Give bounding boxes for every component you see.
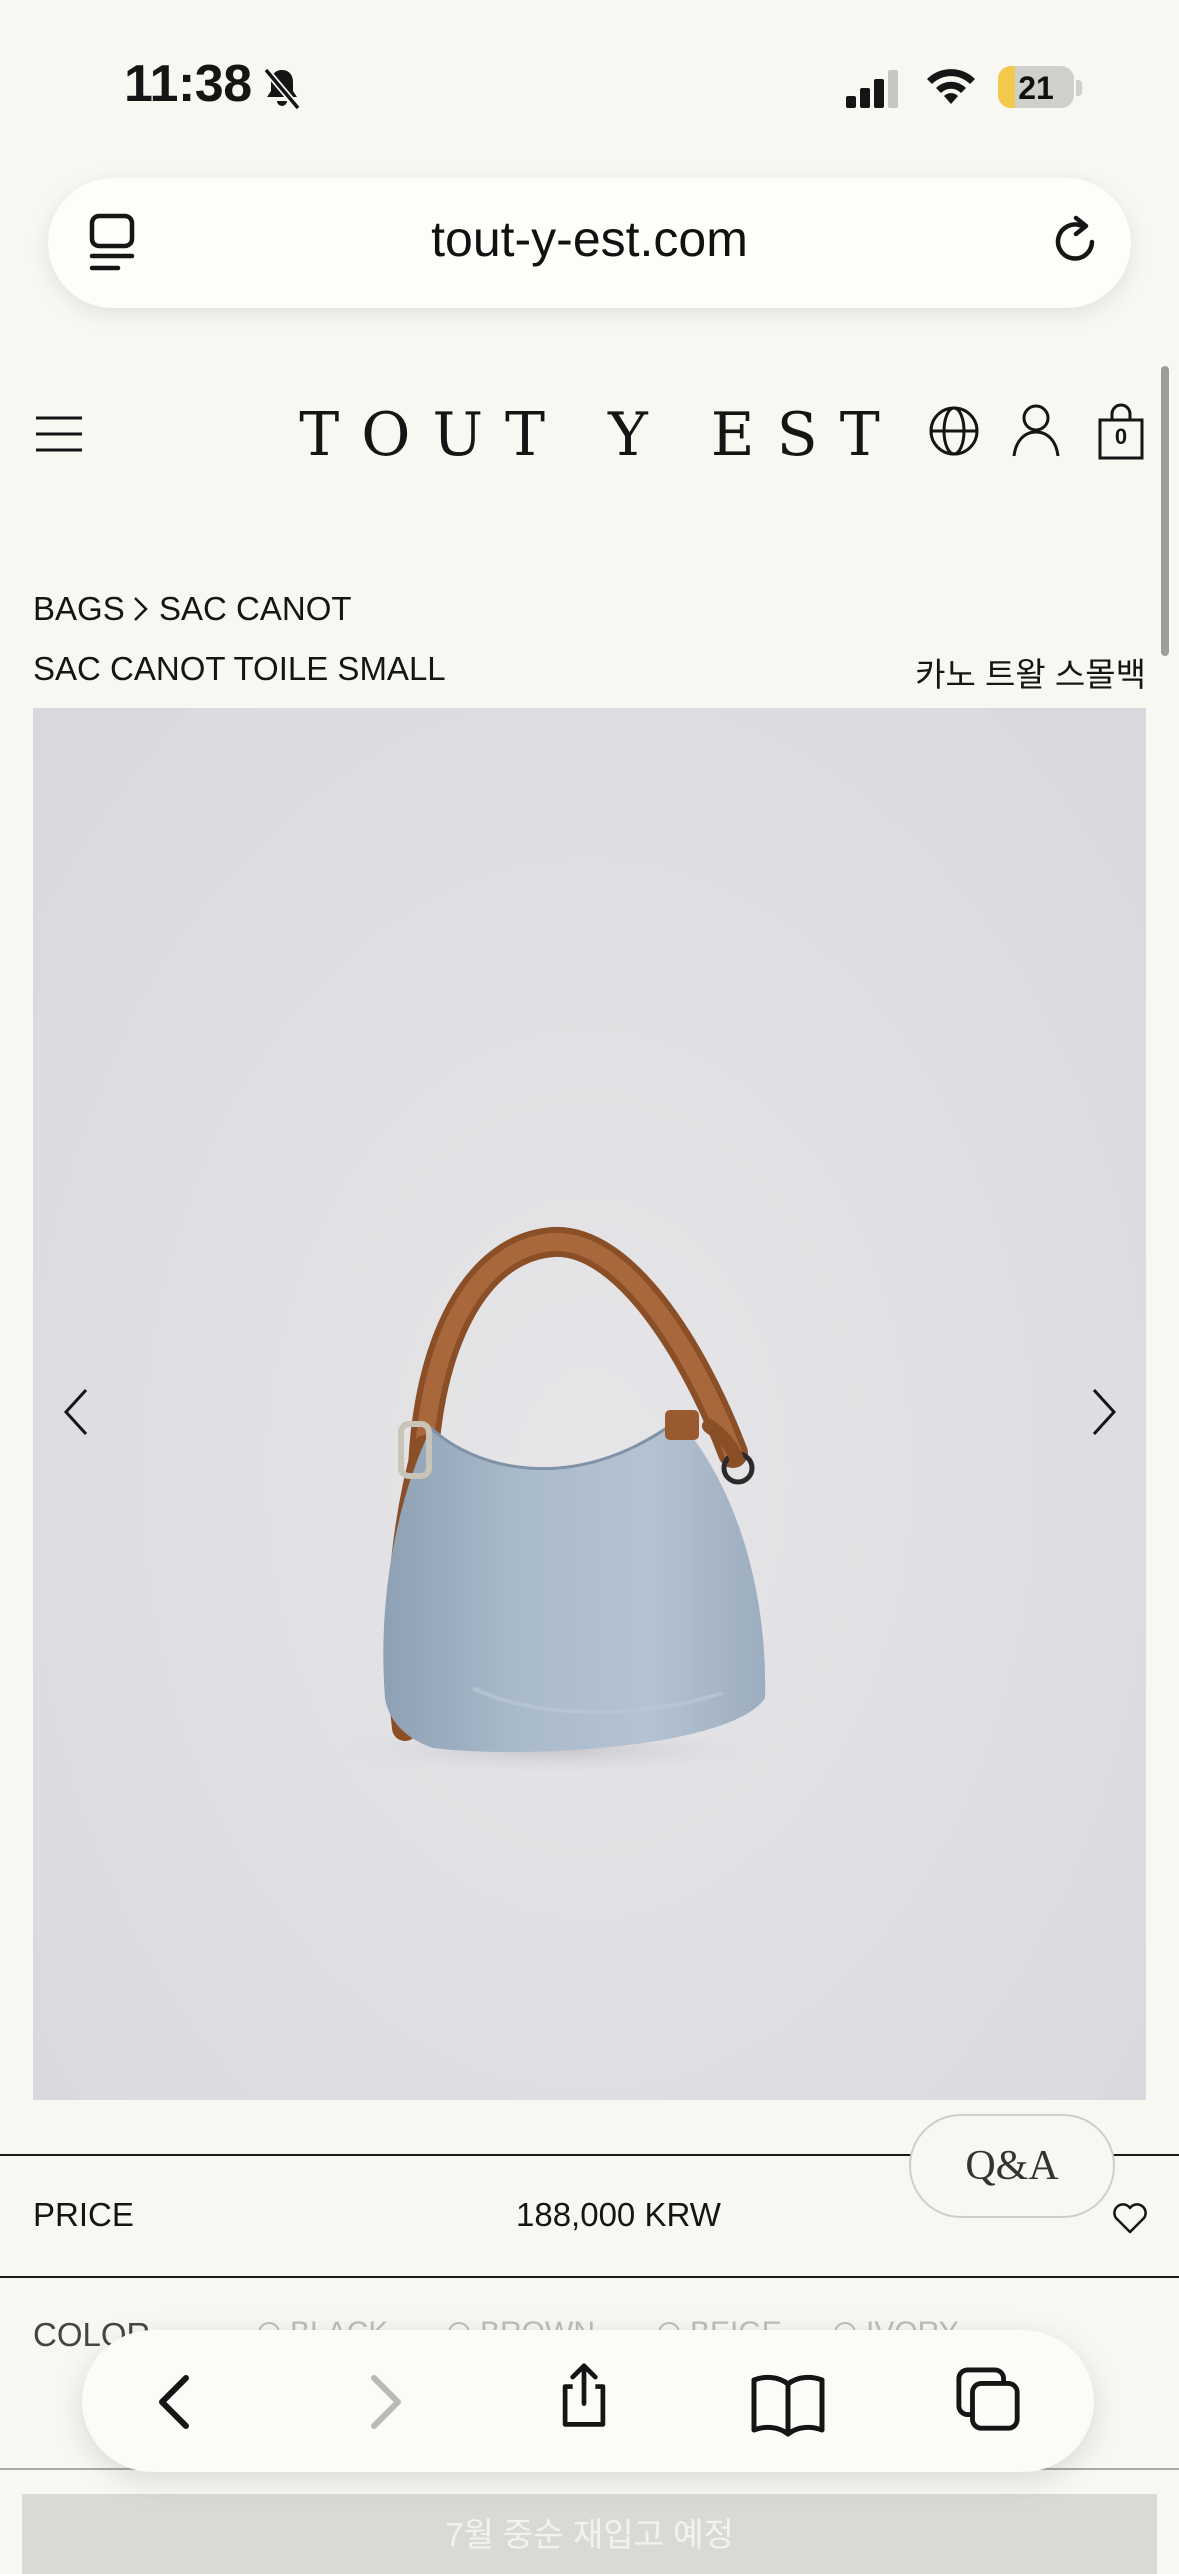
battery-cap <box>1076 80 1082 96</box>
qa-button[interactable]: Q&A <box>909 2114 1115 2218</box>
breadcrumb-bags[interactable]: BAGS <box>33 590 125 628</box>
previous-image-arrow-icon[interactable] <box>60 1386 94 1438</box>
forward-icon[interactable] <box>352 2368 416 2436</box>
product-name: SAC CANOT TOILE SMALL <box>33 650 446 687</box>
battery-icon: 21 <box>998 66 1074 108</box>
next-image-arrow-icon[interactable] <box>1086 1386 1120 1438</box>
url-text[interactable]: tout-y-est.com <box>0 210 1179 268</box>
status-time: 11:38 <box>124 55 252 113</box>
reload-icon[interactable] <box>1048 214 1104 270</box>
battery-level: 21 <box>1018 70 1054 106</box>
product-image[interactable] <box>33 708 1146 2100</box>
share-icon[interactable] <box>552 2362 616 2430</box>
breadcrumb-sac-canot[interactable]: SAC CANOT <box>159 590 352 628</box>
wifi-icon <box>927 69 975 104</box>
chevron-right-icon <box>134 597 148 621</box>
back-icon[interactable] <box>144 2368 208 2436</box>
bookmarks-icon[interactable] <box>750 2370 826 2438</box>
heart-icon[interactable] <box>1112 2200 1148 2236</box>
user-icon[interactable] <box>1010 402 1062 458</box>
bag-illustration <box>343 1226 766 1774</box>
price-value: 188,000 KRW <box>516 2196 721 2233</box>
cart-count: 0 <box>1114 424 1128 449</box>
divider-bottom <box>0 2276 1179 2278</box>
cellular-signal-icon <box>846 70 898 108</box>
price-label: PRICE <box>33 2196 134 2233</box>
site-logo[interactable]: TOUT Y EST <box>0 400 1179 470</box>
globe-icon[interactable] <box>928 405 980 457</box>
restock-button[interactable]: 7월 중순 재입고 예정 <box>22 2494 1157 2574</box>
product-name-korean: 카노 트왈 스몰백 <box>915 656 1146 693</box>
bell-slash-icon <box>263 67 301 111</box>
tabs-icon[interactable] <box>954 2366 1024 2434</box>
